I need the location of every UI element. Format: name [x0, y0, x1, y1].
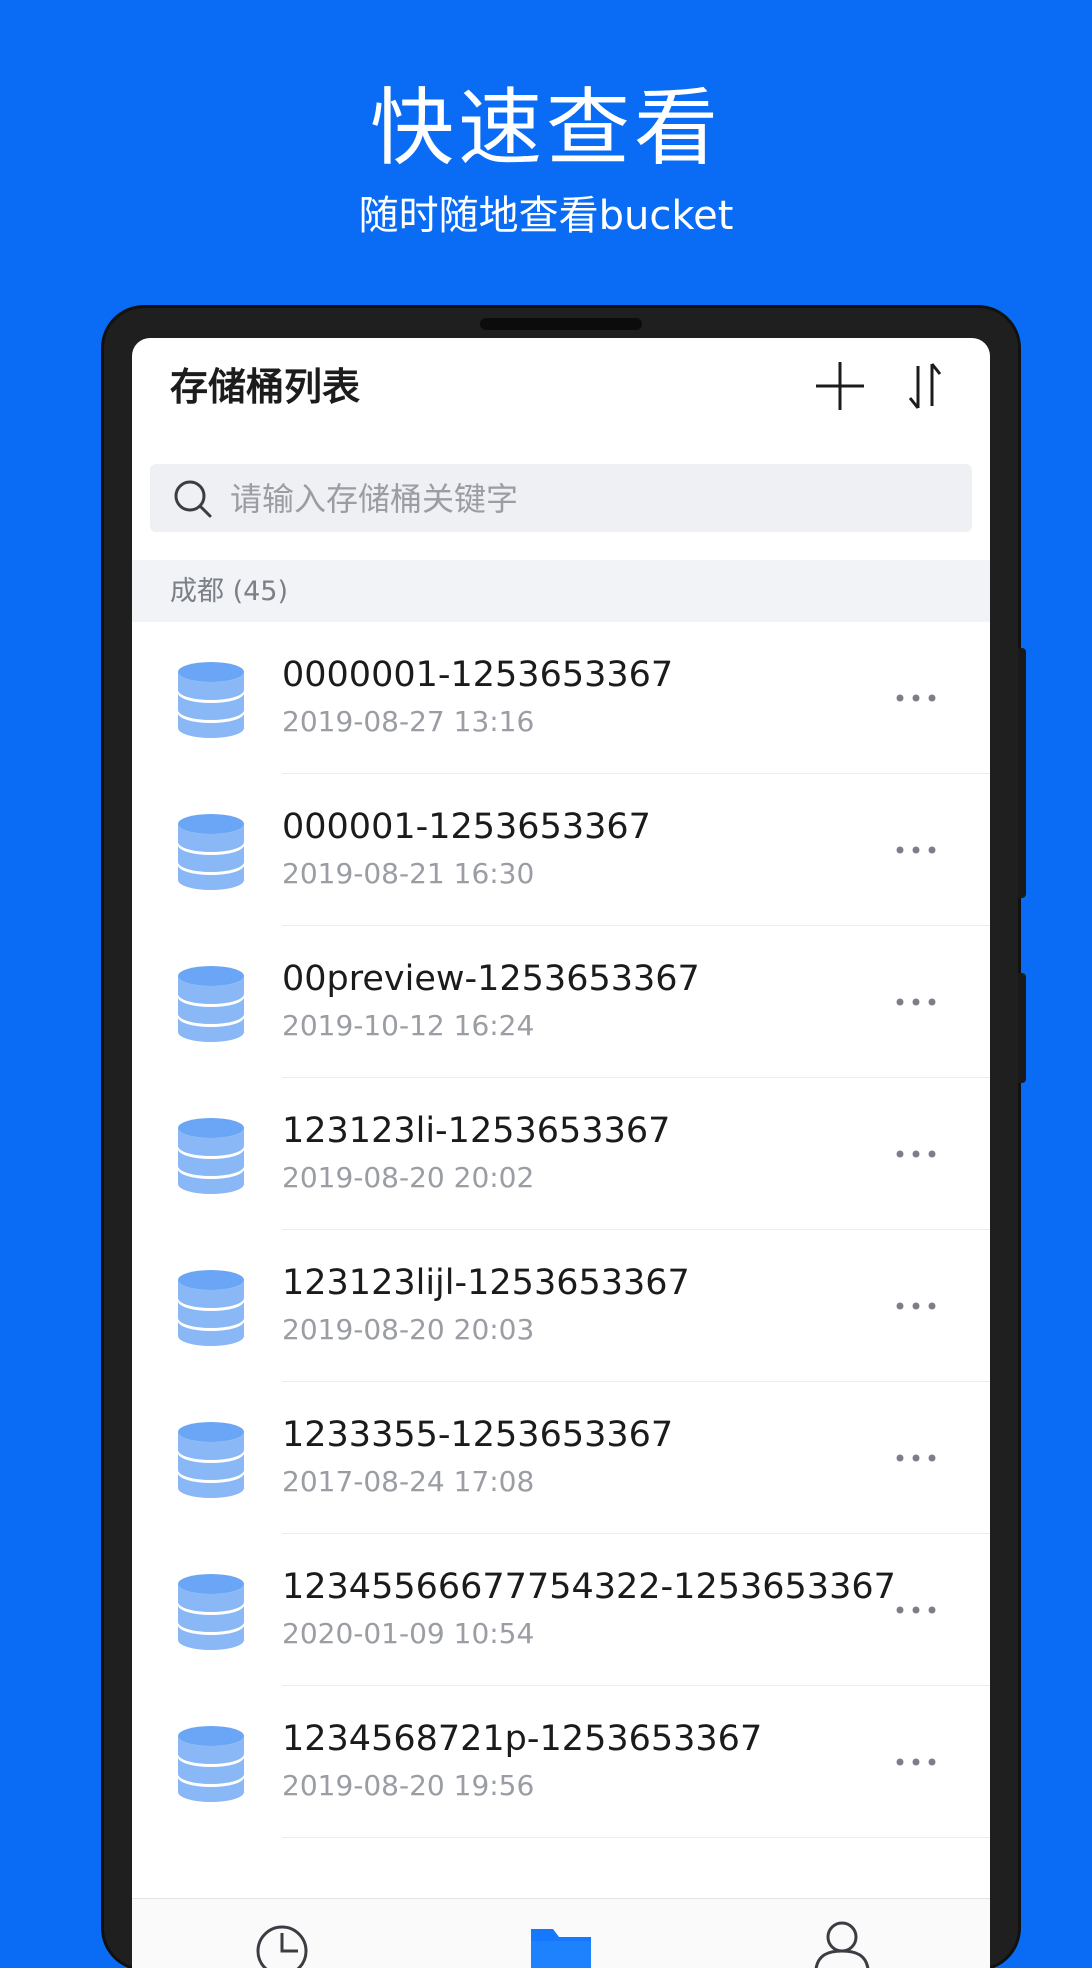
- bucket-date: 2020-01-09 10:54: [282, 1617, 535, 1650]
- app-screen: 存储桶列表 请输入存储桶关键字 成都 (45) 0000001-12536533…: [132, 338, 990, 1968]
- bucket-icon: [178, 662, 244, 738]
- more-options-button[interactable]: [886, 984, 946, 1020]
- bucket-row[interactable]: 123123lijl-1253653367 2019-08-20 20:03: [132, 1230, 990, 1382]
- bucket-row[interactable]: 00preview-1253653367 2019-10-12 16:24: [132, 926, 990, 1078]
- bucket-row[interactable]: 000001-1253653367 2019-08-21 16:30: [132, 774, 990, 926]
- bucket-name: 0000001-1253653367: [282, 655, 674, 695]
- bucket-date: 2019-08-20 19:56: [282, 1769, 535, 1802]
- search-bar: [150, 464, 972, 534]
- bucket-icon: [178, 1726, 244, 1802]
- bucket-row[interactable]: 0000001-1253653367 2019-08-27 13:16: [132, 622, 990, 774]
- phone-frame: 存储桶列表 请输入存储桶关键字 成都 (45) 0000001-12536533…: [104, 308, 1026, 1968]
- plus-icon: [816, 362, 864, 410]
- tab-account[interactable]: [802, 1915, 882, 1968]
- bucket-name: 00preview-1253653367: [282, 959, 700, 999]
- region-label: 成都 (45): [170, 576, 289, 607]
- bucket-row[interactable]: 123123li-1253653367 2019-08-20 20:02: [132, 1078, 990, 1230]
- bucket-row[interactable]: 12345566677754322-1253653367 2020-01-09 …: [132, 1534, 990, 1686]
- bucket-name: 12345566677754322-1253653367: [282, 1567, 896, 1607]
- app-header: 存储桶列表: [132, 338, 990, 438]
- bucket-name: 1233355-1253653367: [282, 1415, 674, 1455]
- bucket-date: 2019-10-12 16:24: [282, 1009, 535, 1042]
- bucket-icon: [178, 1118, 244, 1194]
- search-input[interactable]: [228, 464, 952, 534]
- user-icon: [814, 1921, 870, 1968]
- bucket-name: 1234568721p-1253653367: [282, 1719, 763, 1759]
- more-options-button[interactable]: [886, 1592, 946, 1628]
- more-options-button[interactable]: [886, 1744, 946, 1780]
- bucket-list: 0000001-1253653367 2019-08-27 13:16 0000…: [132, 622, 990, 1838]
- bucket-icon: [178, 1574, 244, 1650]
- sort-arrows-icon: [908, 363, 942, 409]
- bucket-icon: [178, 1422, 244, 1498]
- more-dots-icon: [896, 998, 936, 1006]
- add-bucket-button[interactable]: [812, 358, 868, 414]
- bucket-icon: [178, 966, 244, 1042]
- more-options-button[interactable]: [886, 680, 946, 716]
- more-dots-icon: [896, 1302, 936, 1310]
- phone-side-button: [1018, 973, 1026, 1083]
- more-options-button[interactable]: [886, 832, 946, 868]
- bucket-date: 2019-08-27 13:16: [282, 705, 535, 738]
- bucket-row[interactable]: 1234568721p-1253653367 2019-08-20 19:56: [132, 1686, 990, 1838]
- clock-icon: [256, 1925, 308, 1968]
- region-section-header: 成都 (45): [132, 560, 990, 622]
- bucket-date: 2019-08-20 20:03: [282, 1313, 535, 1346]
- phone-notch: [480, 318, 642, 330]
- more-options-button[interactable]: [886, 1136, 946, 1172]
- search-icon: [174, 480, 212, 518]
- more-options-button[interactable]: [886, 1440, 946, 1476]
- bucket-icon: [178, 1270, 244, 1346]
- tab-overview[interactable]: [242, 1915, 322, 1968]
- bucket-name: 000001-1253653367: [282, 807, 651, 847]
- page-title: 存储桶列表: [170, 365, 361, 409]
- bucket-name: 123123lijl-1253653367: [282, 1263, 690, 1303]
- folder-icon: [531, 1929, 591, 1968]
- bucket-date: 2019-08-21 16:30: [282, 857, 535, 890]
- more-dots-icon: [896, 846, 936, 854]
- phone-side-button: [1018, 648, 1026, 898]
- more-dots-icon: [896, 694, 936, 702]
- more-dots-icon: [896, 1454, 936, 1462]
- tab-bar: [132, 1898, 990, 1968]
- sort-button[interactable]: [900, 358, 950, 414]
- more-dots-icon: [896, 1758, 936, 1766]
- bucket-name: 123123li-1253653367: [282, 1111, 671, 1151]
- more-dots-icon: [896, 1606, 936, 1614]
- promo-subtitle: 随时随地查看bucket: [358, 193, 734, 239]
- promo-title: 快速查看: [369, 79, 722, 177]
- bucket-icon: [178, 814, 244, 890]
- bucket-date: 2019-08-20 20:02: [282, 1161, 535, 1194]
- bucket-row[interactable]: 1233355-1253653367 2017-08-24 17:08: [132, 1382, 990, 1534]
- tab-buckets[interactable]: [521, 1915, 601, 1968]
- more-dots-icon: [896, 1150, 936, 1158]
- more-options-button[interactable]: [886, 1288, 946, 1324]
- bucket-date: 2017-08-24 17:08: [282, 1465, 535, 1498]
